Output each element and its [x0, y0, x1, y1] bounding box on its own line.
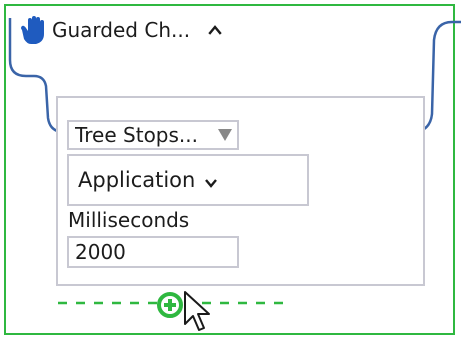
- plus-circle-icon[interactable]: [156, 291, 184, 319]
- hand-icon[interactable]: [16, 14, 48, 46]
- chevron-up-icon[interactable]: [204, 19, 226, 41]
- tree-select-label: Tree Stops...: [75, 123, 198, 147]
- block-title: Guarded Ch...: [52, 18, 191, 42]
- caret-down-icon: [218, 129, 232, 141]
- application-dropdown-label: Application: [78, 168, 196, 192]
- chevron-down-icon: [203, 172, 219, 188]
- milliseconds-input[interactable]: [67, 236, 239, 268]
- application-dropdown[interactable]: Application: [67, 154, 309, 206]
- milliseconds-label: Milliseconds: [68, 208, 190, 232]
- step-panel: Tree Stops... Application Milliseconds: [56, 96, 425, 286]
- block-header: Guarded Ch...: [16, 14, 226, 46]
- tree-select-dropdown[interactable]: Tree Stops...: [67, 120, 239, 150]
